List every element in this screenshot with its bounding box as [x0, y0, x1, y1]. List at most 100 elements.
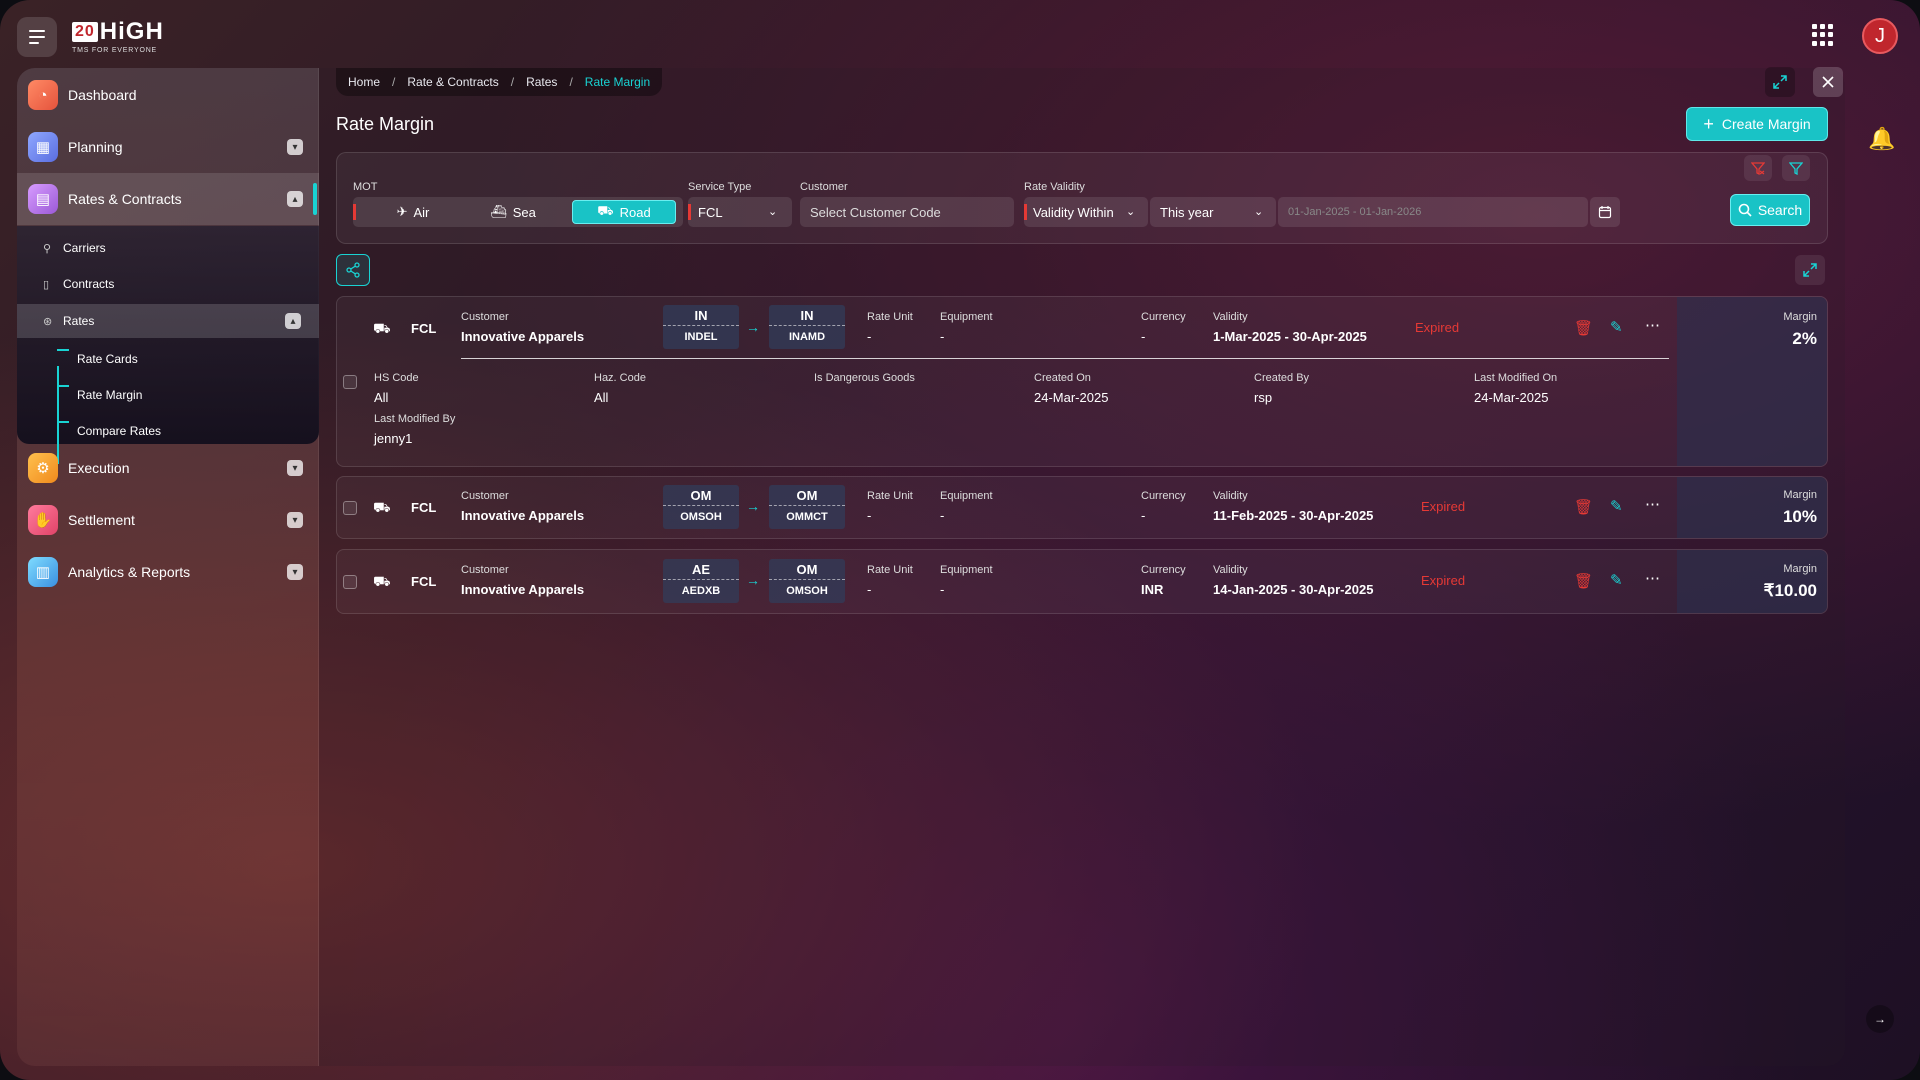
tree-branch	[57, 421, 69, 423]
sidebar-item-rates-contracts[interactable]: ▤ Rates & Contracts ▴	[17, 173, 319, 225]
sidebar-item-label: Rate Margin	[77, 388, 143, 402]
document-icon: ▤	[28, 184, 58, 214]
expand-icon[interactable]	[1765, 67, 1795, 97]
sidebar-item-contracts[interactable]: ▯ Contracts	[17, 267, 319, 301]
validity-value: 14-Jan-2025 - 30-Apr-2025	[1213, 582, 1374, 597]
breadcrumb-rates[interactable]: Rates	[526, 75, 557, 89]
rates-icon: ⊛	[43, 315, 53, 328]
row-checkbox[interactable]	[343, 375, 357, 389]
top-bar: 20 HiGH TMS FOR EVERYONE J	[0, 0, 1920, 68]
currency-value: INR	[1141, 582, 1164, 597]
more-options-icon[interactable]: ⋯	[1645, 316, 1660, 334]
mot-option-sea[interactable]: ⛴ Sea	[473, 200, 553, 224]
filter-panel: MOT ✈ Air ⛴ Sea ⛟ Road Service Type FCL …	[336, 152, 1828, 244]
delete-icon[interactable]: 🗑	[1574, 498, 1593, 516]
chevron-up-icon[interactable]: ▴	[285, 313, 301, 329]
chevron-down-icon[interactable]: ▾	[287, 564, 303, 580]
origin-country: AE	[663, 559, 739, 580]
destination-port: IN INAMD	[769, 305, 845, 349]
breadcrumb-rate-contracts[interactable]: Rate & Contracts	[407, 75, 498, 89]
more-options-icon[interactable]: ⋯	[1645, 495, 1660, 513]
sidebar-item-planning[interactable]: ▦ Planning ▾	[17, 121, 319, 173]
sidebar-item-dashboard[interactable]: ◔ Dashboard	[17, 69, 319, 121]
clear-filter-icon[interactable]	[1744, 155, 1772, 181]
share-icon[interactable]	[336, 254, 370, 286]
chevron-down-icon[interactable]: ▾	[287, 139, 303, 155]
calendar-icon: ▦	[28, 132, 58, 162]
destination-port: OM OMMCT	[769, 485, 845, 529]
filter-icon[interactable]	[1782, 155, 1810, 181]
service-type-select[interactable]: FCL ⌄	[688, 197, 792, 227]
required-marker	[1024, 204, 1027, 220]
close-icon[interactable]	[1813, 67, 1843, 97]
search-icon	[1738, 203, 1752, 217]
validity-period-value: This year	[1160, 204, 1214, 220]
sidebar-item-analytics-reports[interactable]: ▥ Analytics & Reports ▾	[17, 546, 319, 598]
sidebar-item-carriers[interactable]: ⚲ Carriers	[17, 231, 319, 265]
sidebar-item-settlement[interactable]: ✋ Settlement ▾	[17, 494, 319, 546]
create-margin-button[interactable]: + Create Margin	[1686, 107, 1828, 141]
validity-mode-select[interactable]: Validity Within ⌄	[1024, 197, 1148, 227]
mot-option-air[interactable]: ✈ Air	[373, 200, 453, 224]
rate-margin-row[interactable]: Margin 2% ⛟ FCL Customer Innovative Appa…	[336, 296, 1828, 467]
more-options-icon[interactable]: ⋯	[1645, 569, 1660, 587]
gear-icon: ⚙	[28, 453, 58, 483]
validity-value: 1-Mar-2025 - 30-Apr-2025	[1213, 329, 1367, 344]
row-checkbox[interactable]	[343, 575, 357, 589]
bell-icon[interactable]: 🔔	[1868, 126, 1895, 152]
haz-code-label: Haz. Code	[594, 372, 646, 384]
date-range-field[interactable]: 01-Jan-2025 - 01-Jan-2026	[1278, 197, 1588, 227]
customer-name: Innovative Apparels	[461, 582, 585, 597]
destination-port: OM OMSOH	[769, 559, 845, 603]
calendar-icon[interactable]	[1590, 197, 1620, 227]
sidebar-item-label: Contracts	[63, 277, 115, 291]
edit-icon[interactable]: ✎	[1610, 571, 1623, 589]
edit-icon[interactable]: ✎	[1610, 497, 1623, 515]
ship-icon: ⛴	[490, 204, 507, 219]
truck-icon: ⛟	[597, 203, 614, 218]
chevron-down-icon[interactable]: ▾	[287, 460, 303, 476]
row-checkbox[interactable]	[343, 501, 357, 515]
plus-icon: +	[1703, 113, 1714, 134]
breadcrumb: Home / Rate & Contracts / Rates / Rate M…	[336, 68, 663, 96]
carrier-icon: ⚲	[43, 242, 52, 255]
breadcrumb-home[interactable]: Home	[348, 75, 380, 89]
sidebar-item-rate-margin[interactable]: Rate Margin	[17, 377, 319, 413]
service-type: FCL	[411, 500, 437, 515]
service-type: FCL	[411, 321, 437, 336]
created-by-label: Created By	[1254, 372, 1310, 384]
delete-icon[interactable]: 🗑	[1574, 572, 1593, 590]
edit-icon[interactable]: ✎	[1610, 318, 1623, 336]
search-button[interactable]: Search	[1730, 194, 1810, 226]
rate-margin-row[interactable]: Margin ₹10.00 ⛟ FCL Customer Innovative …	[336, 549, 1828, 614]
customer-select[interactable]: Select Customer Code	[800, 197, 1014, 227]
report-icon: ▥	[28, 557, 58, 587]
avatar[interactable]: J	[1862, 18, 1898, 54]
arrow-right-icon[interactable]: →	[1866, 1005, 1894, 1033]
sidebar-item-rate-cards[interactable]: Rate Cards	[17, 341, 319, 377]
hamburger-menu-button[interactable]	[17, 17, 57, 57]
rate-margin-row[interactable]: Margin 10% ⛟ FCL Customer Innovative App…	[336, 476, 1828, 539]
apps-grid-icon[interactable]	[1812, 24, 1834, 46]
equipment-value: -	[940, 582, 945, 597]
last-modified-by-value: jenny1	[374, 431, 413, 446]
validity-period-select[interactable]: This year ⌄	[1150, 197, 1276, 227]
currency-label: Currency	[1141, 311, 1186, 323]
origin-port: IN INDEL	[663, 305, 739, 349]
hs-code-label: HS Code	[374, 372, 419, 384]
app-logo[interactable]: 20 HiGH TMS FOR EVERYONE	[72, 18, 164, 54]
fullscreen-icon[interactable]	[1795, 255, 1825, 285]
chevron-down-icon: ⌄	[768, 206, 778, 218]
chevron-down-icon[interactable]: ▾	[287, 512, 303, 528]
delete-icon[interactable]: 🗑	[1574, 319, 1593, 337]
validity-value: 11-Feb-2025 - 30-Apr-2025	[1213, 508, 1374, 523]
sidebar-item-execution[interactable]: ⚙ Execution ▾	[17, 442, 319, 494]
created-on-label: Created On	[1034, 372, 1091, 384]
mot-option-road[interactable]: ⛟ Road	[572, 200, 676, 224]
destination-country: IN	[769, 305, 845, 326]
sidebar-item-rates[interactable]: ⊛ Rates ▴	[17, 304, 319, 338]
chevron-up-icon[interactable]: ▴	[287, 191, 303, 207]
arrow-right-icon: →	[746, 319, 760, 335]
equipment-label: Equipment	[940, 564, 993, 576]
last-modified-by-label: Last Modified By	[374, 413, 456, 425]
